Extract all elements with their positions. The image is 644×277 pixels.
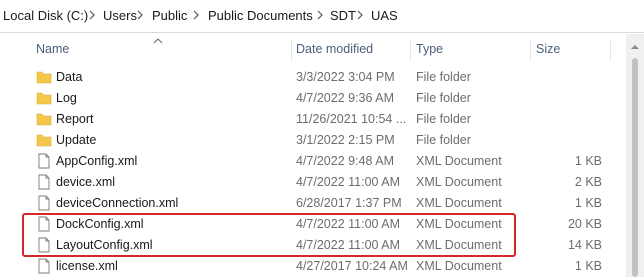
file-name: Update: [56, 133, 97, 147]
breadcrumb-item-sdt[interactable]: SDT: [330, 8, 356, 23]
file-name: license.xml: [56, 259, 118, 273]
file-date: 4/7/2022 11:00 AM: [296, 175, 401, 189]
file-size: 20 KB: [567, 217, 602, 231]
file-date: 4/7/2022 9:36 AM: [296, 91, 394, 105]
file-name: LayoutConfig.xml: [56, 238, 153, 252]
column-header-row: Name Date modified Type Size: [0, 34, 644, 64]
column-divider[interactable]: [291, 40, 292, 60]
list-item[interactable]: license.xml 4/27/2017 10:24 AM XML Docum…: [0, 256, 620, 277]
scrollbar-thumb[interactable]: [632, 58, 638, 277]
column-header-size[interactable]: Size: [536, 42, 560, 56]
list-item[interactable]: DockConfig.xml 4/7/2022 11:00 AM XML Doc…: [0, 214, 620, 235]
file-type: XML Document: [416, 238, 502, 252]
scroll-up-arrow-icon[interactable]: [630, 40, 640, 49]
file-size: 1 KB: [574, 259, 602, 273]
file-name: Log: [56, 91, 77, 105]
folder-icon: [36, 111, 52, 127]
file-date: 6/28/2017 1:37 PM: [296, 196, 402, 210]
file-size: 1 KB: [574, 196, 602, 210]
chevron-right-icon[interactable]: [191, 7, 201, 23]
file-size: 2 KB: [574, 175, 602, 189]
breadcrumb-item-local-disk[interactable]: Local Disk (C:): [3, 8, 88, 23]
file-date: 4/7/2022 11:00 AM: [296, 238, 401, 252]
chevron-right-icon[interactable]: [315, 7, 325, 23]
list-item[interactable]: AppConfig.xml 4/7/2022 9:48 AM XML Docum…: [0, 151, 620, 172]
file-type: XML Document: [416, 154, 502, 168]
address-breadcrumb: Local Disk (C:) Users Public Public Docu…: [0, 0, 644, 33]
file-date: 11/26/2021 10:54 ...: [296, 112, 407, 126]
chevron-right-icon[interactable]: [87, 7, 97, 23]
column-divider[interactable]: [610, 40, 611, 60]
file-type: XML Document: [416, 259, 502, 273]
file-date: 4/27/2017 10:24 AM: [296, 259, 408, 273]
column-divider[interactable]: [410, 40, 411, 60]
chevron-right-icon[interactable]: [135, 7, 145, 23]
folder-icon: [36, 132, 52, 148]
list-item[interactable]: Data 3/3/2022 3:04 PM File folder: [0, 67, 620, 88]
folder-icon: [36, 90, 52, 106]
document-icon: [36, 216, 52, 232]
file-name: DockConfig.xml: [56, 217, 144, 231]
list-item[interactable]: Log 4/7/2022 9:36 AM File folder: [0, 88, 620, 109]
file-name: Report: [56, 112, 94, 126]
document-icon: [36, 195, 52, 211]
sort-ascending-icon: [152, 34, 164, 44]
folder-icon: [36, 69, 52, 85]
column-header-name[interactable]: Name: [36, 42, 69, 56]
column-header-date-modified[interactable]: Date modified: [296, 42, 373, 56]
vertical-scrollbar[interactable]: [626, 34, 644, 277]
document-icon: [36, 258, 52, 274]
file-type: XML Document: [416, 217, 502, 231]
file-type: File folder: [416, 112, 471, 126]
list-item[interactable]: device.xml 4/7/2022 11:00 AM XML Documen…: [0, 172, 620, 193]
file-date: 3/3/2022 3:04 PM: [296, 70, 395, 84]
list-item[interactable]: Update 3/1/2022 2:15 PM File folder: [0, 130, 620, 151]
breadcrumb-item-public-documents[interactable]: Public Documents: [208, 8, 313, 23]
file-date: 4/7/2022 11:00 AM: [296, 217, 401, 231]
file-type: XML Document: [416, 196, 502, 210]
file-name: AppConfig.xml: [56, 154, 138, 168]
column-header-type[interactable]: Type: [416, 42, 443, 56]
file-size: 1 KB: [574, 154, 602, 168]
file-name: Data: [56, 70, 83, 84]
file-date: 4/7/2022 9:48 AM: [296, 154, 394, 168]
file-date: 3/1/2022 2:15 PM: [296, 133, 395, 147]
breadcrumb-item-uas[interactable]: UAS: [371, 8, 398, 23]
file-type: File folder: [416, 70, 471, 84]
file-name: deviceConnection.xml: [56, 196, 179, 210]
list-item[interactable]: deviceConnection.xml 6/28/2017 1:37 PM X…: [0, 193, 620, 214]
file-name: device.xml: [56, 175, 116, 189]
document-icon: [36, 237, 52, 253]
file-type: XML Document: [416, 175, 502, 189]
file-type: File folder: [416, 91, 471, 105]
column-divider[interactable]: [530, 40, 531, 60]
document-icon: [36, 174, 52, 190]
document-icon: [36, 153, 52, 169]
breadcrumb-item-users[interactable]: Users: [103, 8, 137, 23]
file-size: 14 KB: [567, 238, 602, 252]
file-type: File folder: [416, 133, 471, 147]
list-item[interactable]: Report 11/26/2021 10:54 ... File folder: [0, 109, 620, 130]
list-item[interactable]: LayoutConfig.xml 4/7/2022 11:00 AM XML D…: [0, 235, 620, 256]
chevron-right-icon[interactable]: [355, 7, 365, 23]
breadcrumb-item-public[interactable]: Public: [152, 8, 187, 23]
